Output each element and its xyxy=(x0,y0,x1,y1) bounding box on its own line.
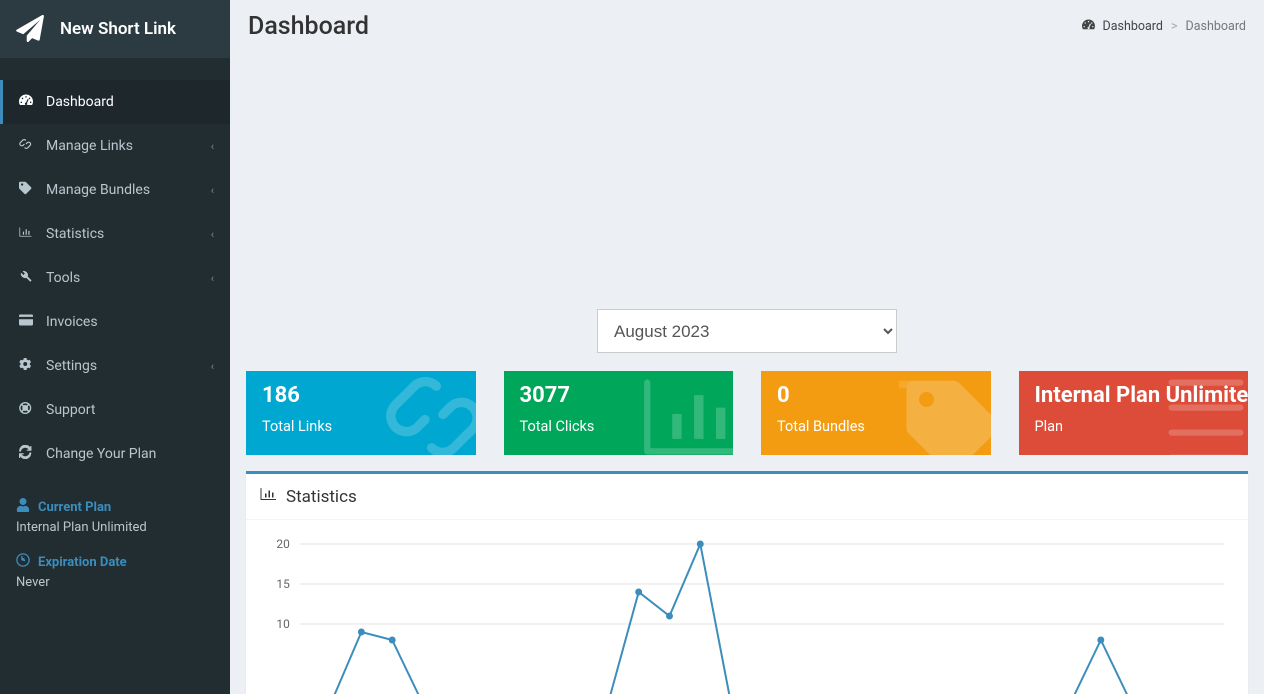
chevron-left-icon: ‹ xyxy=(211,184,214,197)
current-plan-value: Internal Plan Unlimited xyxy=(16,520,214,535)
breadcrumb: Dashboard > Dashboard xyxy=(1082,18,1246,35)
tachometer-icon xyxy=(16,93,36,111)
sidebar-item-manage-links[interactable]: Manage Links ‹ xyxy=(0,124,230,168)
sidebar-item-label: Manage Bundles xyxy=(46,182,150,198)
paper-plane-icon xyxy=(16,15,44,43)
bar-chart-icon xyxy=(260,486,276,507)
life-ring-icon xyxy=(16,401,36,419)
sidebar-item-statistics[interactable]: Statistics ‹ xyxy=(0,212,230,256)
tile-total-links[interactable]: 186 Total Links xyxy=(246,371,476,455)
statistics-panel-header: Statistics xyxy=(246,474,1248,520)
sidebar-item-change-your-plan[interactable]: Change Your Plan xyxy=(0,432,230,476)
sidebar-item-label: Tools xyxy=(46,270,80,286)
tags-icon xyxy=(899,371,991,455)
current-plan-header: Current Plan xyxy=(16,498,214,516)
tags-icon xyxy=(16,181,36,199)
expiration-header: Expiration Date xyxy=(16,553,214,571)
tile-plan[interactable]: Internal Plan Unlimited Plan xyxy=(1019,371,1249,455)
svg-text:10: 10 xyxy=(276,617,290,631)
breadcrumb-current: Dashboard xyxy=(1186,19,1246,34)
wrench-icon xyxy=(16,269,36,287)
chevron-left-icon: ‹ xyxy=(211,228,214,241)
statistics-chart: 10 15 20 xyxy=(260,534,1234,694)
user-icon xyxy=(16,498,30,516)
stat-tiles: 186 Total Links 3077 Total Clicks 0 Tota… xyxy=(230,371,1264,455)
tile-total-bundles[interactable]: 0 Total Bundles xyxy=(761,371,991,455)
sidebar-info: Current Plan Internal Plan Unlimited Exp… xyxy=(0,476,230,590)
tile-total-clicks[interactable]: 3077 Total Clicks xyxy=(504,371,734,455)
sidebar-nav: DashboardManage Links‹Manage Bundles‹Sta… xyxy=(0,80,230,476)
credit-card-icon xyxy=(16,313,36,331)
svg-text:15: 15 xyxy=(276,577,290,591)
svg-text:20: 20 xyxy=(276,537,290,551)
new-short-link-label: New Short Link xyxy=(60,19,176,39)
clock-icon xyxy=(16,553,30,571)
breadcrumb-root[interactable]: Dashboard xyxy=(1103,19,1163,34)
sidebar-item-dashboard[interactable]: Dashboard xyxy=(0,80,230,124)
sidebar: New Short Link DashboardManage Links‹Man… xyxy=(0,0,230,694)
chevron-left-icon: ‹ xyxy=(211,360,214,373)
link-icon xyxy=(16,137,36,155)
main-content: Dashboard Dashboard > Dashboard August 2… xyxy=(230,0,1264,694)
page-title: Dashboard xyxy=(248,12,369,41)
tachometer-icon xyxy=(1082,18,1095,35)
statistics-panel-body: 10 15 20 xyxy=(246,520,1248,694)
sidebar-item-invoices[interactable]: Invoices xyxy=(0,300,230,344)
sidebar-item-label: Dashboard xyxy=(46,94,114,110)
sidebar-item-support[interactable]: Support xyxy=(0,388,230,432)
month-select[interactable]: August 2023 xyxy=(597,309,897,353)
cogs-icon xyxy=(16,357,36,375)
statistics-panel: Statistics 10 15 20 xyxy=(246,471,1248,694)
sidebar-item-tools[interactable]: Tools ‹ xyxy=(0,256,230,300)
sidebar-item-label: Support xyxy=(46,402,95,418)
sidebar-item-label: Invoices xyxy=(46,314,98,330)
sidebar-item-label: Change Your Plan xyxy=(46,446,156,462)
new-short-link-button[interactable]: New Short Link xyxy=(0,0,230,58)
ad-space xyxy=(230,49,1264,309)
expiration-value: Never xyxy=(16,575,214,590)
chevron-left-icon: ‹ xyxy=(211,140,214,153)
link-icon xyxy=(384,371,476,455)
sidebar-item-settings[interactable]: Settings ‹ xyxy=(0,344,230,388)
bar-chart-icon xyxy=(641,371,733,455)
chevron-left-icon: ‹ xyxy=(211,272,214,285)
sidebar-item-manage-bundles[interactable]: Manage Bundles ‹ xyxy=(0,168,230,212)
page-header: Dashboard Dashboard > Dashboard xyxy=(230,0,1264,49)
sidebar-item-label: Statistics xyxy=(46,226,104,242)
breadcrumb-separator: > xyxy=(1171,19,1178,34)
sidebar-item-label: Settings xyxy=(46,358,97,374)
refresh-icon xyxy=(16,445,36,463)
sidebar-item-label: Manage Links xyxy=(46,138,133,154)
list-icon xyxy=(1156,371,1248,455)
bar-chart-icon xyxy=(16,225,36,243)
